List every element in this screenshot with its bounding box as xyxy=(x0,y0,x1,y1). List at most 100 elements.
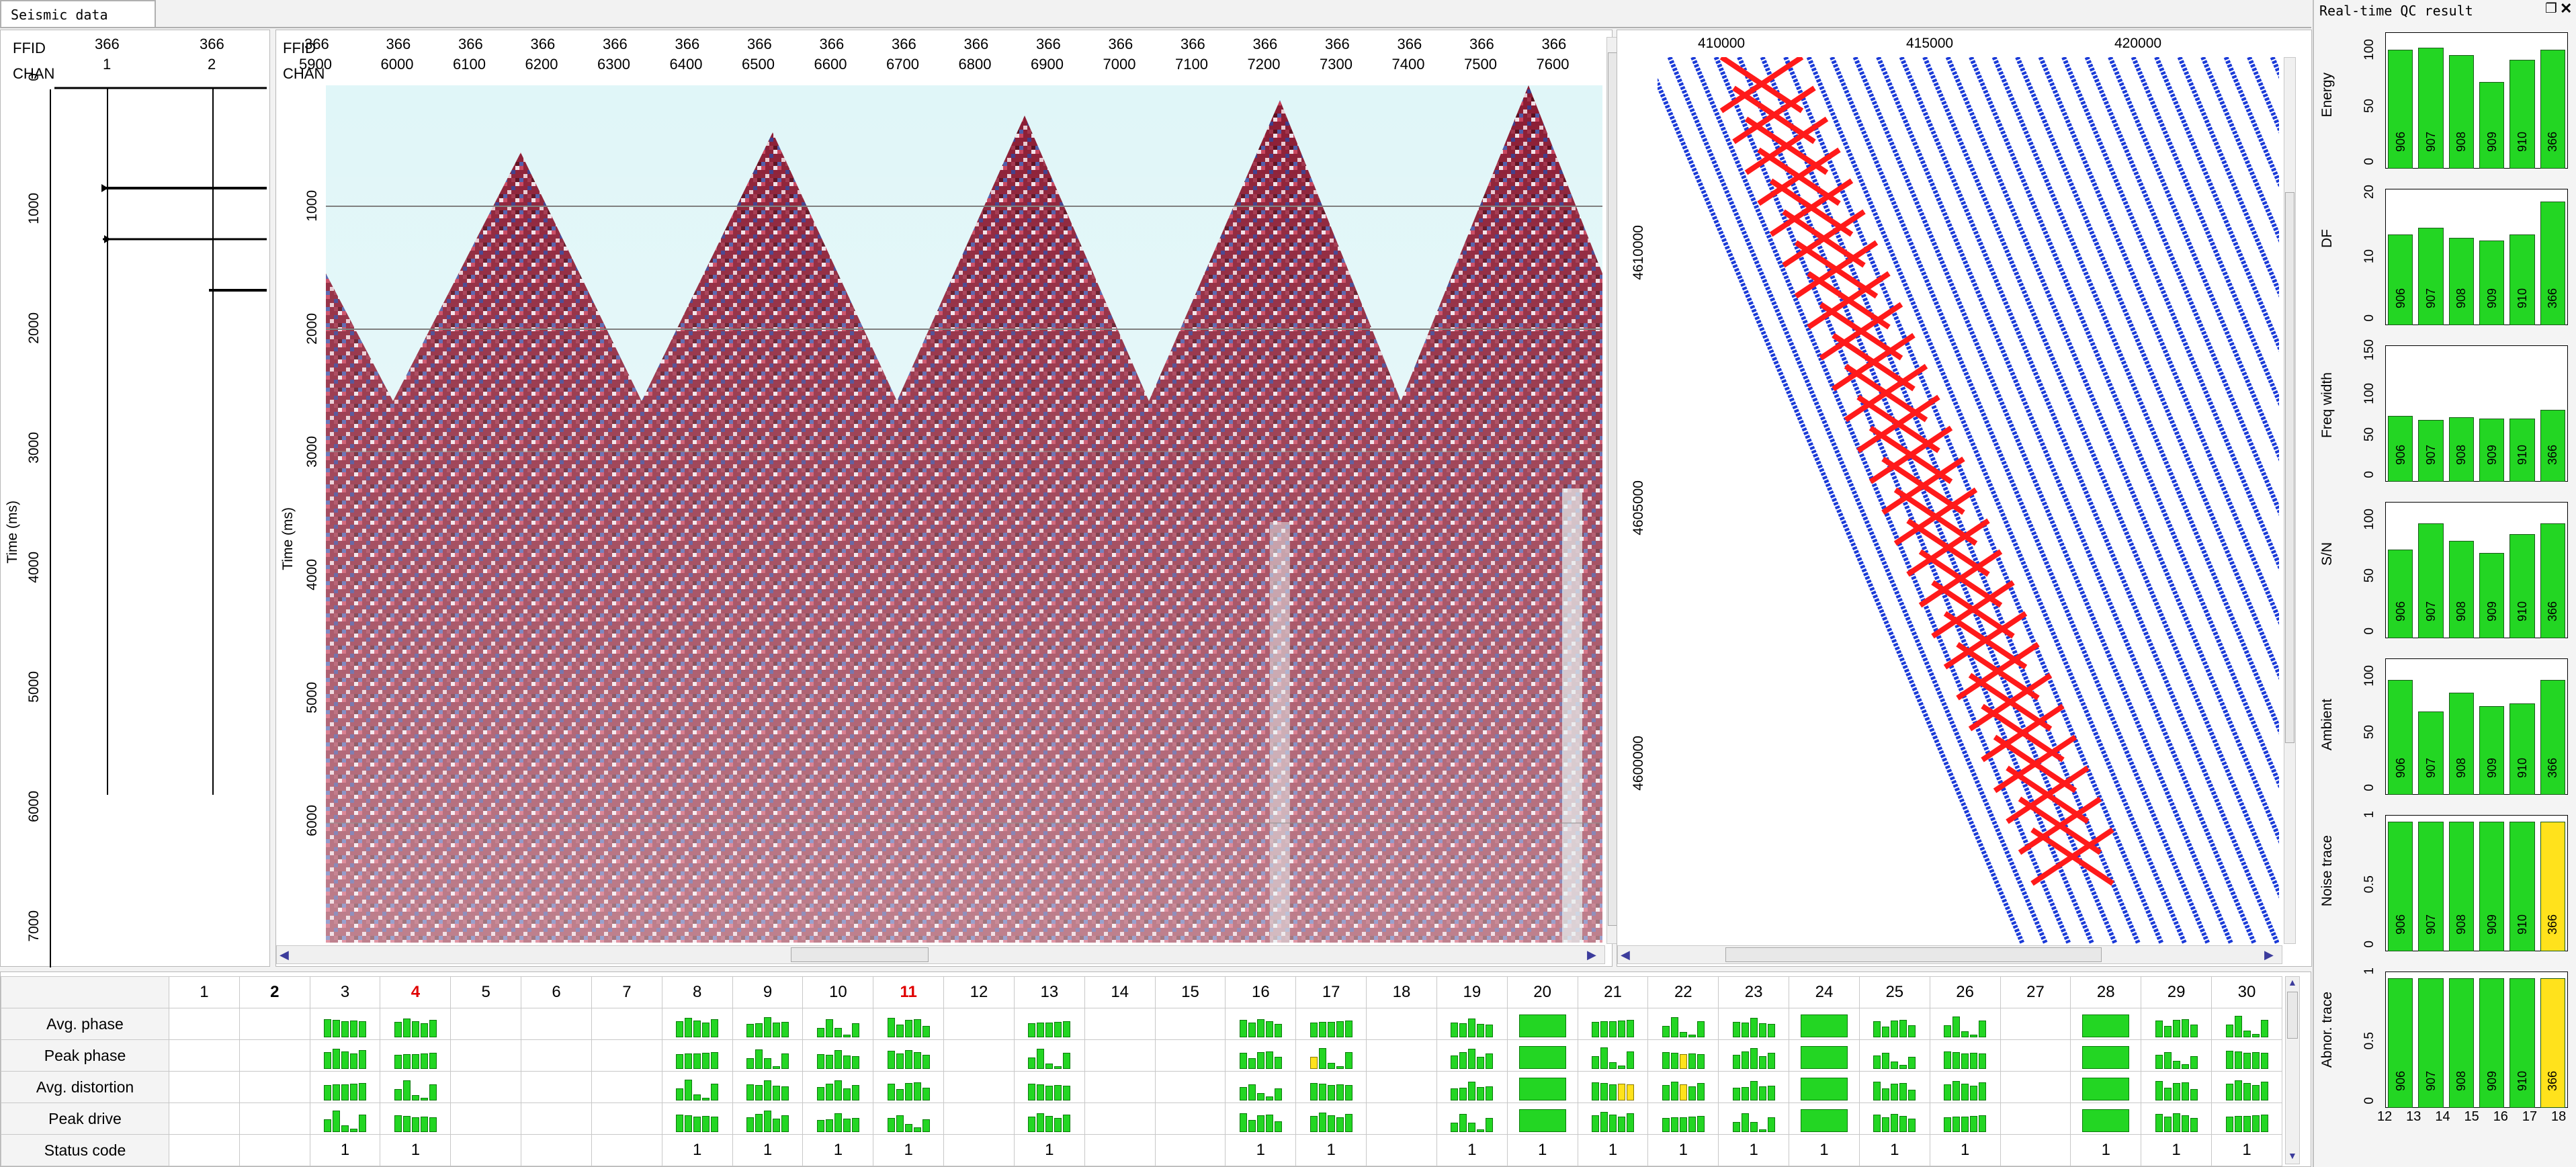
grid-cell[interactable] xyxy=(802,1103,874,1135)
grid-cell[interactable] xyxy=(1154,1103,1226,1135)
grid-cell[interactable]: 1 xyxy=(732,1134,804,1166)
map-scroll-right-arrow[interactable]: ▶ xyxy=(2264,948,2274,962)
grid-cell[interactable] xyxy=(943,1039,1015,1072)
grid-cell[interactable] xyxy=(1013,1008,1085,1040)
grid-cell[interactable] xyxy=(873,1039,945,1072)
grid-cell[interactable] xyxy=(1154,1071,1226,1103)
grid-cell[interactable] xyxy=(1013,1103,1085,1135)
grid-cell[interactable] xyxy=(591,1071,662,1103)
grid-cell[interactable] xyxy=(2070,1071,2142,1103)
grid-cell[interactable] xyxy=(1366,1103,1437,1135)
grid-cell[interactable] xyxy=(169,1008,240,1040)
grid-cell[interactable] xyxy=(2141,1039,2213,1072)
grid-cell[interactable] xyxy=(661,1039,733,1072)
grid-cell[interactable] xyxy=(1013,1071,1085,1103)
grid-vertical-thumb[interactable] xyxy=(2287,992,2298,1039)
window-restore-icon[interactable]: ❐ xyxy=(2545,0,2557,17)
grid-cell[interactable] xyxy=(1858,1008,1930,1040)
grid-cell[interactable] xyxy=(1295,1103,1367,1135)
grid-cell[interactable] xyxy=(1366,1134,1437,1166)
grid-cell[interactable]: 1 xyxy=(873,1134,945,1166)
grid-cell[interactable]: 1 xyxy=(1789,1134,1860,1166)
grid-cell[interactable] xyxy=(1506,1039,1578,1072)
grid-column-header[interactable]: 11 xyxy=(873,976,945,1008)
grid-cell[interactable] xyxy=(239,1008,310,1040)
tab-seismic-data[interactable]: Seismic data xyxy=(0,0,156,28)
grid-column-header[interactable]: 22 xyxy=(1647,976,1719,1008)
grid-cell[interactable] xyxy=(732,1039,804,1072)
grid-cell[interactable] xyxy=(873,1008,945,1040)
map-vertical-scrollbar[interactable] xyxy=(2284,57,2296,944)
grid-cell[interactable] xyxy=(1084,1103,1156,1135)
grid-cell[interactable] xyxy=(591,1134,662,1166)
map-horizontal-scrollbar[interactable]: ◀ ▶ xyxy=(1617,945,2282,964)
grid-cell[interactable] xyxy=(1577,1071,1649,1103)
close-icon[interactable]: ✕ xyxy=(2560,0,2572,17)
grid-cell[interactable] xyxy=(1436,1071,1508,1103)
grid-cell[interactable]: 1 xyxy=(1013,1134,1085,1166)
grid-cell[interactable]: 1 xyxy=(1718,1134,1790,1166)
grid-cell[interactable] xyxy=(239,1071,310,1103)
grid-cell[interactable] xyxy=(309,1103,381,1135)
grid-cell[interactable] xyxy=(521,1008,592,1040)
scroll-right-arrow[interactable]: ▶ xyxy=(1587,948,1596,962)
grid-column-header[interactable]: 13 xyxy=(1013,976,1085,1008)
grid-column-header[interactable]: 14 xyxy=(1084,976,1156,1008)
grid-cell[interactable]: 1 xyxy=(1858,1134,1930,1166)
grid-cell[interactable] xyxy=(1084,1071,1156,1103)
grid-cell[interactable] xyxy=(943,1008,1015,1040)
grid-vertical-scrollbar[interactable]: ▲ ▼ xyxy=(2285,976,2300,1164)
grid-column-header[interactable]: 28 xyxy=(2070,976,2142,1008)
grid-cell[interactable] xyxy=(1858,1103,1930,1135)
grid-cell[interactable] xyxy=(380,1039,452,1072)
grid-cell[interactable] xyxy=(661,1103,733,1135)
seismic-horizontal-scrollbar[interactable]: ◀ ▶ xyxy=(276,945,1605,964)
grid-cell[interactable] xyxy=(450,1134,522,1166)
grid-cell[interactable] xyxy=(1929,1103,2001,1135)
grid-cell[interactable] xyxy=(1647,1039,1719,1072)
grid-cell[interactable] xyxy=(1295,1039,1367,1072)
grid-cell[interactable] xyxy=(380,1071,452,1103)
grid-cell[interactable] xyxy=(1295,1008,1367,1040)
grid-cell[interactable] xyxy=(1929,1039,2001,1072)
grid-cell[interactable] xyxy=(802,1071,874,1103)
grid-cell[interactable]: 1 xyxy=(1436,1134,1508,1166)
grid-cell[interactable] xyxy=(1718,1008,1790,1040)
grid-column-header[interactable]: 21 xyxy=(1577,976,1649,1008)
grid-cell[interactable] xyxy=(2211,1103,2282,1135)
grid-cell[interactable]: 1 xyxy=(2211,1134,2282,1166)
grid-column-header[interactable]: 7 xyxy=(591,976,662,1008)
grid-cell[interactable] xyxy=(1718,1103,1790,1135)
grid-cell[interactable] xyxy=(1647,1103,1719,1135)
grid-column-header[interactable]: 4 xyxy=(380,976,452,1008)
grid-cell[interactable]: 1 xyxy=(1929,1134,2001,1166)
grid-cell[interactable] xyxy=(1718,1039,1790,1072)
grid-cell[interactable] xyxy=(1084,1039,1156,1072)
grid-cell[interactable] xyxy=(1929,1008,2001,1040)
grid-cell[interactable] xyxy=(2000,1071,2071,1103)
grid-cell[interactable] xyxy=(1436,1008,1508,1040)
grid-cell[interactable] xyxy=(1718,1071,1790,1103)
grid-cell[interactable] xyxy=(2211,1039,2282,1072)
grid-column-header[interactable]: 9 xyxy=(732,976,804,1008)
grid-cell[interactable] xyxy=(2000,1103,2071,1135)
grid-cell[interactable] xyxy=(1225,1103,1297,1135)
grid-scroll-down-arrow[interactable]: ▼ xyxy=(2288,1150,2297,1161)
grid-cell[interactable] xyxy=(380,1103,452,1135)
grid-cell[interactable] xyxy=(1366,1008,1437,1040)
grid-cell[interactable]: 1 xyxy=(2141,1134,2213,1166)
grid-cell[interactable] xyxy=(1647,1071,1719,1103)
grid-cell[interactable] xyxy=(1789,1103,1860,1135)
grid-cell[interactable] xyxy=(1366,1071,1437,1103)
grid-cell[interactable] xyxy=(309,1071,381,1103)
grid-cell[interactable] xyxy=(169,1103,240,1135)
grid-column-header[interactable]: 25 xyxy=(1858,976,1930,1008)
grid-cell[interactable] xyxy=(1789,1071,1860,1103)
grid-cell[interactable] xyxy=(732,1071,804,1103)
grid-cell[interactable] xyxy=(1789,1039,1860,1072)
grid-cell[interactable] xyxy=(450,1039,522,1072)
map-horizontal-thumb[interactable] xyxy=(1725,947,2102,962)
grid-cell[interactable] xyxy=(2211,1008,2282,1040)
grid-cell[interactable] xyxy=(521,1071,592,1103)
grid-cell[interactable] xyxy=(1577,1008,1649,1040)
